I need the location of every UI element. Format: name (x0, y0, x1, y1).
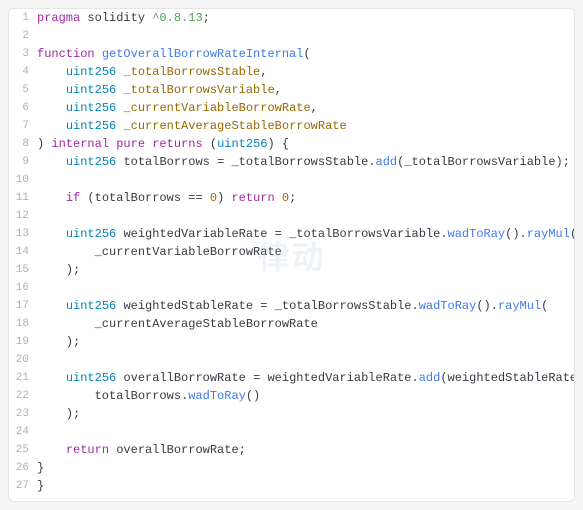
code-line: 26} (9, 459, 574, 477)
line-number: 8 (9, 135, 37, 153)
code-content: uint256 _currentAverageStableBorrowRate (37, 117, 574, 135)
code-content: ); (37, 405, 574, 423)
code-line: 22 totalBorrows.wadToRay() (9, 387, 574, 405)
line-number: 12 (9, 207, 37, 225)
code-content: } (37, 477, 574, 495)
line-number: 18 (9, 315, 37, 333)
line-number: 24 (9, 423, 37, 441)
code-lines-container: 1pragma solidity ^0.8.13;23function getO… (9, 9, 574, 495)
code-line: 24 (9, 423, 574, 441)
code-content: uint256 _currentVariableBorrowRate, (37, 99, 574, 117)
code-content: if (totalBorrows == 0) return 0; (37, 189, 574, 207)
code-block: 律动 1pragma solidity ^0.8.13;23function g… (8, 8, 575, 502)
code-line: 6 uint256 _currentVariableBorrowRate, (9, 99, 574, 117)
code-line: 12 (9, 207, 574, 225)
code-content: _currentAverageStableBorrowRate (37, 315, 574, 333)
code-line: 15 ); (9, 261, 574, 279)
code-content: ); (37, 333, 574, 351)
code-content: ); (37, 261, 574, 279)
line-number: 11 (9, 189, 37, 207)
code-line: 19 ); (9, 333, 574, 351)
line-number: 20 (9, 351, 37, 369)
line-number: 16 (9, 279, 37, 297)
code-content: ) internal pure returns (uint256) { (37, 135, 574, 153)
line-number: 3 (9, 45, 37, 63)
code-content: uint256 overallBorrowRate = weightedVari… (37, 369, 575, 387)
code-line: 20 (9, 351, 574, 369)
line-number: 25 (9, 441, 37, 459)
line-number: 5 (9, 81, 37, 99)
code-content: uint256 weightedStableRate = _totalBorro… (37, 297, 574, 315)
code-content: totalBorrows.wadToRay() (37, 387, 574, 405)
code-content: } (37, 459, 574, 477)
line-number: 2 (9, 27, 37, 45)
line-number: 17 (9, 297, 37, 315)
code-content (37, 279, 574, 297)
code-line: 18 _currentAverageStableBorrowRate (9, 315, 574, 333)
line-number: 1 (9, 9, 37, 27)
code-line: 10 (9, 171, 574, 189)
code-content: function getOverallBorrowRateInternal( (37, 45, 574, 63)
code-line: 17 uint256 weightedStableRate = _totalBo… (9, 297, 574, 315)
code-line: 5 uint256 _totalBorrowsVariable, (9, 81, 574, 99)
code-content (37, 207, 574, 225)
code-line: 14 _currentVariableBorrowRate (9, 243, 574, 261)
code-content: return overallBorrowRate; (37, 441, 574, 459)
code-line: 2 (9, 27, 574, 45)
line-number: 9 (9, 153, 37, 171)
line-number: 26 (9, 459, 37, 477)
code-content (37, 423, 574, 441)
code-line: 9 uint256 totalBorrows = _totalBorrowsSt… (9, 153, 574, 171)
line-number: 21 (9, 369, 37, 387)
code-line: 7 uint256 _currentAverageStableBorrowRat… (9, 117, 574, 135)
code-content: uint256 totalBorrows = _totalBorrowsStab… (37, 153, 574, 171)
code-content: uint256 _totalBorrowsVariable, (37, 81, 574, 99)
code-line: 8) internal pure returns (uint256) { (9, 135, 574, 153)
code-line: 11 if (totalBorrows == 0) return 0; (9, 189, 574, 207)
line-number: 14 (9, 243, 37, 261)
code-line: 21 uint256 overallBorrowRate = weightedV… (9, 369, 574, 387)
line-number: 19 (9, 333, 37, 351)
code-line: 23 ); (9, 405, 574, 423)
code-line: 13 uint256 weightedVariableRate = _total… (9, 225, 574, 243)
line-number: 13 (9, 225, 37, 243)
code-line: 3function getOverallBorrowRateInternal( (9, 45, 574, 63)
line-number: 22 (9, 387, 37, 405)
code-content: _currentVariableBorrowRate (37, 243, 574, 261)
line-number: 10 (9, 171, 37, 189)
code-line: 25 return overallBorrowRate; (9, 441, 574, 459)
line-number: 15 (9, 261, 37, 279)
code-content: uint256 weightedVariableRate = _totalBor… (37, 225, 575, 243)
code-line: 16 (9, 279, 574, 297)
code-content (37, 351, 574, 369)
code-line: 1pragma solidity ^0.8.13; (9, 9, 574, 27)
code-content: pragma solidity ^0.8.13; (37, 9, 574, 27)
line-number: 7 (9, 117, 37, 135)
line-number: 6 (9, 99, 37, 117)
code-line: 4 uint256 _totalBorrowsStable, (9, 63, 574, 81)
code-line: 27} (9, 477, 574, 495)
code-content (37, 171, 574, 189)
line-number: 27 (9, 477, 37, 495)
line-number: 4 (9, 63, 37, 81)
code-content (37, 27, 574, 45)
code-content: uint256 _totalBorrowsStable, (37, 63, 574, 81)
line-number: 23 (9, 405, 37, 423)
